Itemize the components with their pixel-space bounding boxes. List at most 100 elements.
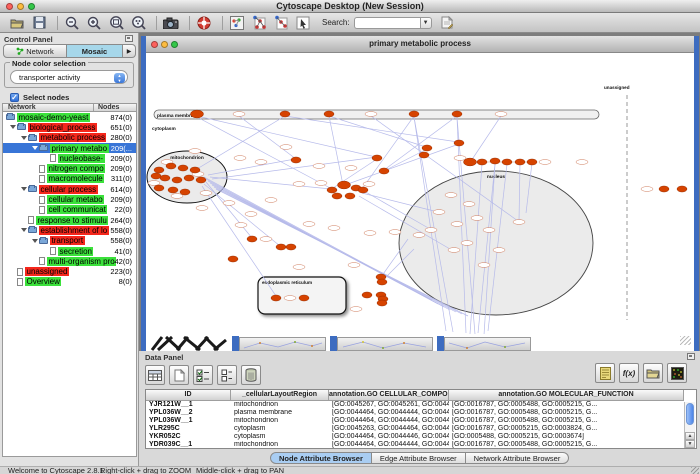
gene-node[interactable] [160,175,170,181]
table-row[interactable]: YLR295Ccytoplasm[GO:0045263, GO:0044464,… [146,425,696,433]
tree-row[interactable]: cellular metabo209(0) [3,194,136,204]
table-cell[interactable]: YDR039C__1 [146,441,231,449]
gene-node[interactable] [184,175,194,181]
table-cell[interactable]: YLR295C [146,425,231,433]
new-attribute-button[interactable] [169,365,189,385]
network-canvas[interactable]: plasma membrane cytoplasm mitochondrion … [146,53,694,334]
tree-row[interactable]: cellular process614(0) [3,184,136,194]
tree-row[interactable]: nitrogen compo209(0) [3,163,136,173]
unselect-attributes-button[interactable] [217,365,237,385]
tree-row[interactable]: establishment of lo558(0) [3,225,136,235]
node-label-pill[interactable] [233,112,245,117]
gene-node[interactable] [527,159,537,165]
node-label-pill[interactable] [363,182,375,187]
table-cell[interactable]: YJR121W__1 [146,401,231,409]
tree-row-label[interactable]: response to stimulu [36,216,108,225]
gene-node[interactable] [280,111,290,117]
node-label-pill[interactable] [223,201,235,206]
tree-row[interactable]: biological_process651(0) [3,122,136,132]
gene-node[interactable] [362,292,372,298]
table-row[interactable]: YPL036W__1mitochondrion[GO:0044464, GO:0… [146,417,696,425]
node-label-pill[interactable] [513,220,525,225]
float-panel-icon[interactable] [687,353,695,360]
node-label-pill[interactable] [260,237,272,242]
tab-overflow-arrow[interactable]: ▶ [123,44,136,58]
background-window-titlebar[interactable] [337,337,433,351]
edge[interactable] [362,116,414,189]
open-session-button[interactable] [8,15,26,31]
vizmapper-button[interactable] [228,15,246,31]
gene-node[interactable] [178,165,188,171]
table-cell[interactable]: mitochondrion [231,441,329,449]
tree-row-label[interactable]: nucleobase- [58,154,105,163]
tree-row[interactable]: macromolecule311(0) [3,174,136,184]
search-dropdown-arrow[interactable]: ▼ [420,17,432,29]
gene-node[interactable] [677,186,687,192]
expand-arrow-icon[interactable] [21,228,27,232]
background-window-frame[interactable] [330,336,337,351]
node-label-pill[interactable] [461,241,473,246]
node-label-pill[interactable] [463,202,475,207]
tree-row[interactable]: Overview8(0) [3,277,136,287]
select-nodes-checkbox[interactable]: ✓ [10,93,19,102]
node-label-pill[interactable] [255,160,267,165]
node-label-pill[interactable] [365,112,377,117]
save-session-button[interactable] [30,15,48,31]
node-label-pill[interactable] [448,248,460,253]
open-attributes-button[interactable] [643,363,663,383]
node-label-pill[interactable] [196,206,208,211]
node-label-pill[interactable] [425,228,437,233]
tab-mosaic[interactable]: Mosaic [67,44,123,58]
node-label-pill[interactable] [235,223,247,228]
network-view-window[interactable]: primary metabolic process plasma membran… [141,36,699,351]
gene-node[interactable] [477,159,487,165]
gene-node[interactable] [659,186,669,192]
node-label-pill[interactable] [478,263,490,268]
table-row[interactable]: YDR039C__1mitochondrion[GO:0044464, GO:0… [146,441,696,449]
edge[interactable] [345,144,459,185]
table-cell[interactable]: YPL036W__1 [146,417,231,425]
delete-attribute-button[interactable] [241,365,261,385]
tree-row[interactable]: secretion41(0) [3,246,136,256]
tree-row-label[interactable]: unassigned [25,267,69,276]
expand-arrow-icon[interactable] [32,146,38,150]
tree-row[interactable]: unassigned223(0) [3,266,136,276]
gene-node[interactable] [154,167,164,173]
node-label-pill[interactable] [451,222,463,227]
table-row[interactable]: YPL036W__2plasma membrane[GO:0044464, GO… [146,409,696,417]
edge[interactable] [329,116,343,185]
tree-row[interactable]: transport558(0) [3,236,136,246]
tree-row[interactable]: multi-organism pro42(0) [3,256,136,266]
tree-row[interactable]: nucleobase-209(0) [3,153,136,163]
tree-row-label[interactable]: primary metabo [50,144,109,153]
node-label-pill[interactable] [284,296,296,301]
node-label-pill[interactable] [495,112,507,117]
nucleus-region[interactable] [399,171,593,315]
node-label-pill[interactable] [328,226,340,231]
table-cell[interactable]: mitochondrion [231,401,329,409]
edge[interactable] [471,116,501,161]
node-label-pill[interactable] [539,160,551,165]
gene-node[interactable] [291,157,301,163]
node-label-pill[interactable] [245,212,257,217]
tree-row[interactable]: primary metabo209(... [3,143,136,153]
table-cell[interactable]: YPL036W__2 [146,409,231,417]
gene-node[interactable] [180,189,190,195]
zoom-in-button[interactable] [85,15,103,31]
background-window-frame[interactable] [437,336,444,351]
node-label-pill[interactable] [493,248,505,253]
node-label-pill[interactable] [576,160,588,165]
gene-node[interactable] [490,158,500,164]
table-cell[interactable]: cytoplasm [231,433,329,441]
table-cell[interactable]: [GO:0016787, GO:0005488, GO:0005215, G..… [449,417,684,425]
node-label-pill[interactable] [348,263,360,268]
layout-button-2[interactable] [272,15,290,31]
edge[interactable] [285,116,458,142]
gene-node[interactable] [191,110,204,118]
node-label-pill[interactable] [413,233,425,238]
node-label-pill[interactable] [433,210,445,215]
node-label-pill[interactable] [189,149,201,154]
gene-node[interactable] [166,163,176,169]
gene-node[interactable] [151,173,161,179]
gene-node[interactable] [409,111,419,117]
